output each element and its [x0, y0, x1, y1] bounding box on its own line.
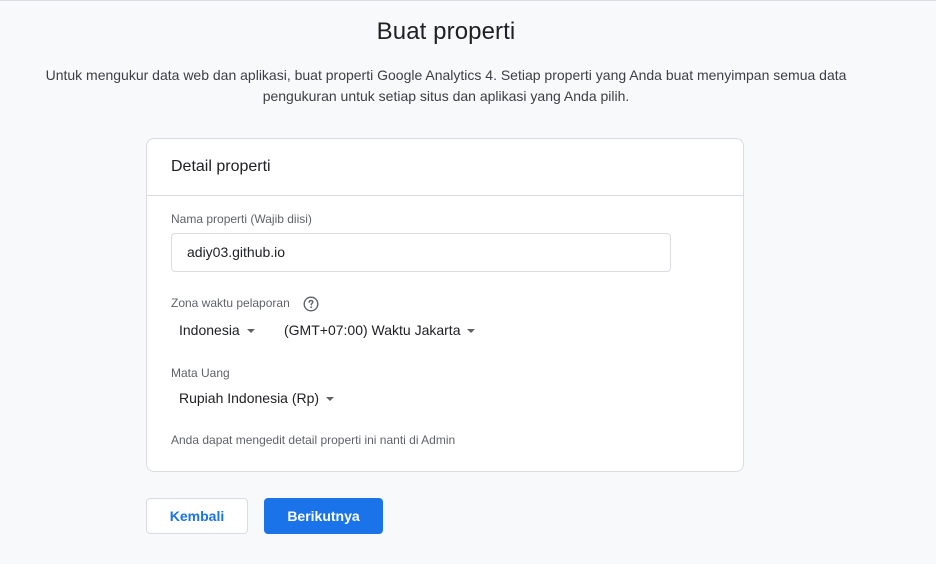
- top-divider: [0, 0, 936, 1]
- edit-hint: Anda dapat mengedit detail properti ini …: [171, 433, 456, 447]
- currency-dropdown[interactable]: Rupiah Indonesia (Rp): [179, 390, 335, 406]
- country-dropdown[interactable]: Indonesia: [179, 322, 255, 338]
- chevron-down-icon: [246, 328, 255, 333]
- currency-value: Rupiah Indonesia (Rp): [179, 390, 320, 406]
- chevron-down-icon: [326, 396, 335, 401]
- timezone-label: Zona waktu pelaporan: [171, 296, 290, 310]
- chevron-down-icon: [467, 328, 476, 333]
- timezone-value: (GMT+07:00) Waktu Jakarta: [284, 322, 461, 338]
- page-description: Untuk mengukur data web dan aplikasi, bu…: [45, 67, 847, 104]
- page-title: Buat properti: [376, 18, 516, 45]
- property-details-card: Detail properti Nama properti (Wajib dii…: [146, 138, 744, 472]
- help-circle-icon[interactable]: [303, 296, 319, 312]
- property-name-label: Nama properti (Wajib diisi): [171, 212, 312, 226]
- property-name-input[interactable]: adiy03.github.io: [171, 233, 671, 272]
- country-value: Indonesia: [179, 322, 240, 338]
- next-button[interactable]: Berikutnya: [264, 498, 383, 534]
- timezone-dropdown[interactable]: (GMT+07:00) Waktu Jakarta: [284, 322, 476, 338]
- back-button[interactable]: Kembali: [146, 498, 248, 534]
- card-header: Detail properti: [147, 139, 743, 196]
- currency-label: Mata Uang: [171, 366, 230, 380]
